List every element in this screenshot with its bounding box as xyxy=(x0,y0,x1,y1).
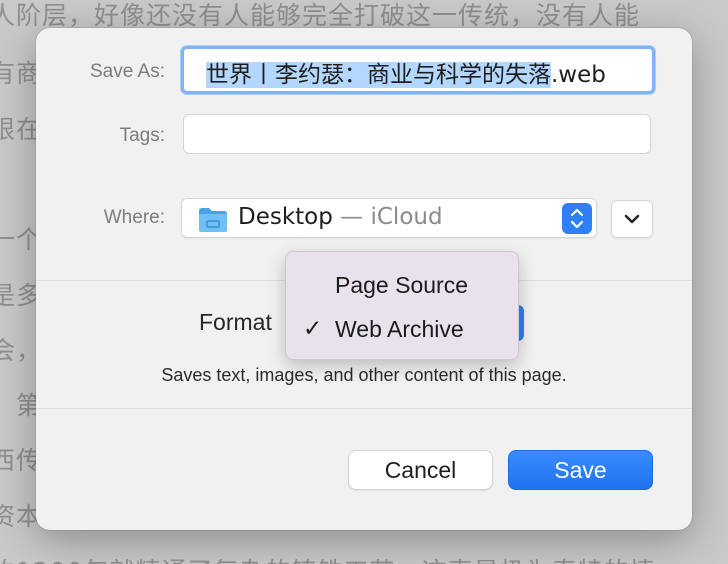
save-button[interactable]: Save xyxy=(508,450,653,490)
where-stepper-icon[interactable] xyxy=(562,203,592,234)
divider xyxy=(36,408,692,409)
filename-value: 世界丨李约瑟：商业与科学的失落.web xyxy=(206,55,632,89)
format-description: Saves text, images, and other content of… xyxy=(161,365,567,385)
menu-item-web-archive[interactable]: ✓ Web Archive xyxy=(286,308,518,350)
tags-label: Tags: xyxy=(119,125,165,146)
filename-selection: 世界丨李约瑟：商业与科学的失落 xyxy=(206,62,551,88)
background-text-line: 约1200年就精通了复杂的铸铁工艺，这真是极为奇特的情 xyxy=(0,552,656,564)
menu-item-label: Web Archive xyxy=(335,316,464,342)
where-value: Desktop — iCloud xyxy=(238,204,443,230)
menu-item-page-source[interactable]: Page Source xyxy=(286,264,518,306)
where-location: — iCloud xyxy=(332,204,443,230)
format-label: Format xyxy=(199,309,272,335)
tags-field[interactable] xyxy=(183,114,651,154)
where-folder: Desktop xyxy=(238,204,333,230)
filename-extension: .web xyxy=(551,62,606,88)
menu-item-label: Page Source xyxy=(335,272,468,298)
where-label: Where: xyxy=(103,207,165,228)
filename-field[interactable]: 世界丨李约瑟：商业与科学的失落.web xyxy=(181,46,655,94)
chevron-down-icon xyxy=(612,214,652,241)
format-menu: Page Source ✓ Web Archive xyxy=(285,251,519,360)
cancel-button[interactable]: Cancel xyxy=(348,450,493,490)
expand-browser-button[interactable] xyxy=(611,200,653,238)
save-as-label: Save As: xyxy=(90,61,165,82)
checkmark-icon: ✓ xyxy=(303,315,323,341)
where-popup[interactable]: Desktop — iCloud xyxy=(181,198,597,238)
folder-icon xyxy=(198,207,228,237)
